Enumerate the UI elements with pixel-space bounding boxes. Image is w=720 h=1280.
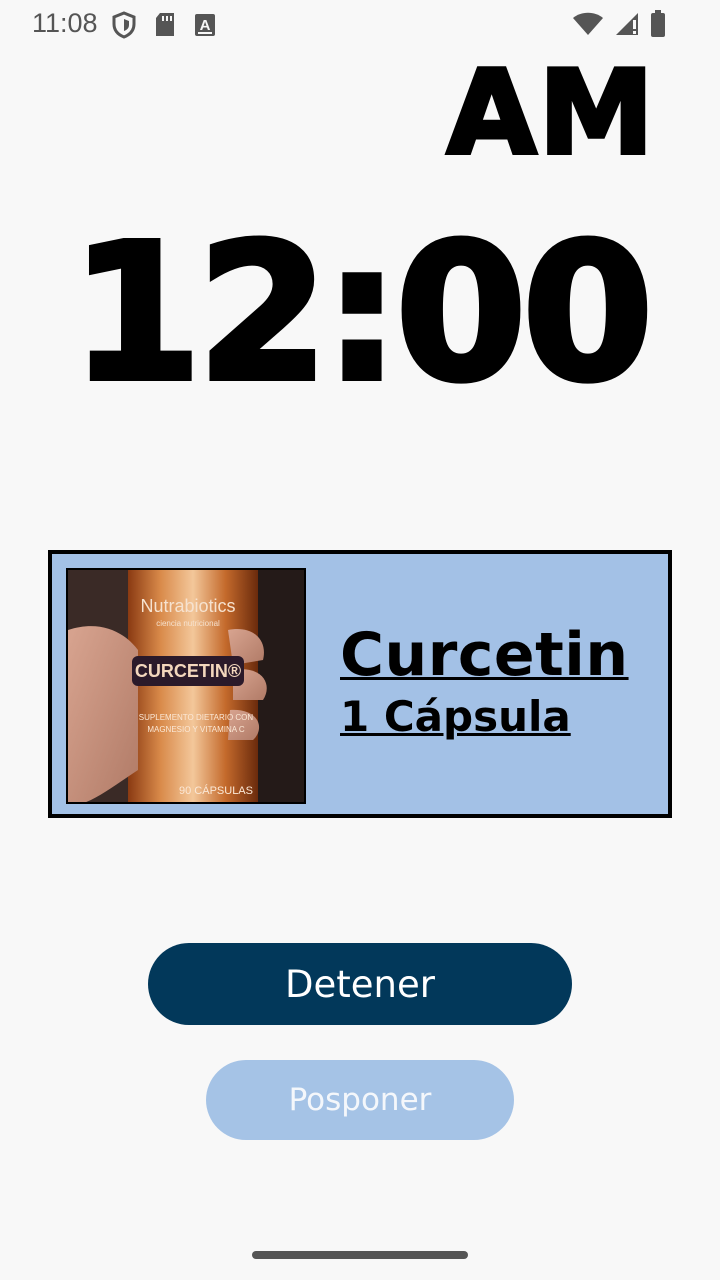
medication-photo: Nutrabiotics ciencia nutricional CURCETI… (66, 568, 306, 804)
signal-icon (614, 11, 640, 41)
svg-text:ciencia nutricional: ciencia nutricional (156, 619, 220, 628)
svg-text:90 CÁPSULAS: 90 CÁPSULAS (179, 784, 253, 797)
navigation-handle[interactable] (252, 1251, 468, 1259)
wifi-icon (572, 11, 604, 41)
medication-dose: 1 Cápsula (340, 692, 571, 741)
status-bar: 11:08 A (0, 0, 720, 48)
svg-text:Nutrabiotics: Nutrabiotics (140, 596, 235, 616)
sd-card-icon (154, 12, 176, 42)
alarm-period: AM (445, 46, 656, 181)
medication-card: Nutrabiotics ciencia nutricional CURCETI… (48, 550, 672, 818)
snooze-button[interactable]: Posponer (206, 1060, 514, 1140)
status-left-icons: A (112, 11, 216, 43)
status-time: 11:08 (32, 8, 98, 38)
status-right-icons (572, 10, 666, 42)
battery-icon (650, 10, 666, 42)
medication-info: Curcetin 1 Cápsula (340, 620, 629, 741)
svg-text:A: A (200, 17, 211, 34)
svg-text:CURCETIN®: CURCETIN® (135, 661, 241, 681)
svg-text:MAGNESIO Y VITAMINA C: MAGNESIO Y VITAMINA C (147, 725, 245, 734)
shield-icon (112, 11, 136, 43)
stop-button[interactable]: Detener (148, 943, 572, 1025)
medication-name: Curcetin (340, 620, 629, 690)
alarm-time: 12:00 (68, 204, 656, 423)
text-a-icon: A (194, 13, 216, 41)
svg-text:SUPLEMENTO DIETARIO CON: SUPLEMENTO DIETARIO CON (139, 713, 254, 722)
